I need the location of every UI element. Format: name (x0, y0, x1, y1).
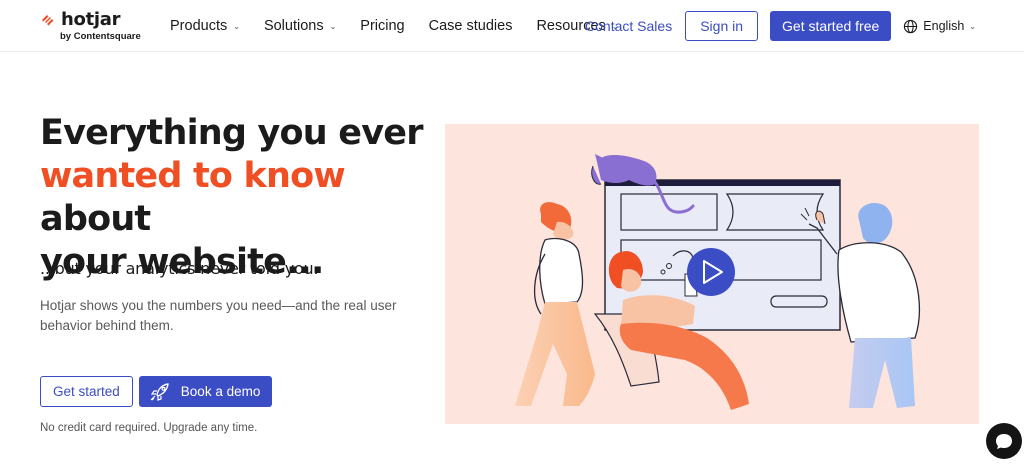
nav-item-label: Pricing (360, 18, 405, 34)
hero-cta-row: Get started Book a demo (40, 376, 273, 407)
contact-sales-link[interactable]: Contact Sales (585, 18, 672, 34)
chevron-down-icon: ⌄ (329, 21, 337, 31)
hero-title-line2-rest: about (40, 199, 151, 239)
hero-description: Hotjar shows you the numbers you need—an… (40, 298, 397, 333)
nav-item-solutions[interactable]: Solutions ⌄ (264, 18, 336, 34)
hero-title-line1: Everything you ever (40, 113, 423, 153)
nav-item-label: Products (170, 18, 228, 34)
nav-links: Products ⌄ Solutions ⌄ Pricing Case stud… (170, 0, 618, 52)
chat-bubble-icon (996, 434, 1012, 449)
get-started-button[interactable]: Get started (40, 376, 133, 407)
chat-widget-button[interactable] (986, 423, 1022, 459)
hero-subtitle: ...but your analytics never told you. (40, 259, 319, 278)
book-a-demo-button[interactable]: Book a demo (138, 376, 273, 407)
no-credit-card-note: No credit card required. Upgrade any tim… (40, 422, 258, 434)
language-selector[interactable]: English ⌄ (903, 19, 976, 34)
hotjar-logo[interactable]: hotjar by Contentsquare (40, 9, 141, 42)
nav-actions: Contact Sales Sign in Get started free E… (585, 11, 976, 41)
logo-tagline: by Contentsquare (60, 31, 141, 42)
nav-item-case-studies[interactable]: Case studies (429, 18, 513, 34)
woman-standing-graphic (515, 202, 595, 406)
nav-item-label: Solutions (263, 18, 324, 34)
hero-illustration (445, 124, 979, 424)
play-video-button[interactable] (687, 248, 735, 296)
hero-illustration-art (515, 154, 920, 410)
top-navigation: hotjar by Contentsquare Products ⌄ Solut… (0, 0, 1024, 52)
rocket-icon (150, 382, 169, 401)
get-started-free-button[interactable]: Get started free (770, 11, 892, 41)
language-label: English (923, 19, 965, 33)
nav-item-pricing[interactable]: Pricing (360, 18, 404, 34)
book-a-demo-label: Book a demo (180, 384, 261, 399)
globe-icon (904, 19, 918, 33)
sign-in-button[interactable]: Sign in (685, 11, 759, 41)
hero-title-accent: wanted to know (40, 156, 346, 196)
nav-item-label: Case studies (428, 18, 513, 34)
nav-item-products[interactable]: Products ⌄ (170, 18, 240, 34)
logo-wordmark: hotjar (61, 9, 121, 30)
hotjar-logo-icon (42, 14, 54, 25)
chevron-down-icon: ⌄ (969, 21, 976, 31)
chevron-down-icon: ⌄ (233, 21, 240, 31)
